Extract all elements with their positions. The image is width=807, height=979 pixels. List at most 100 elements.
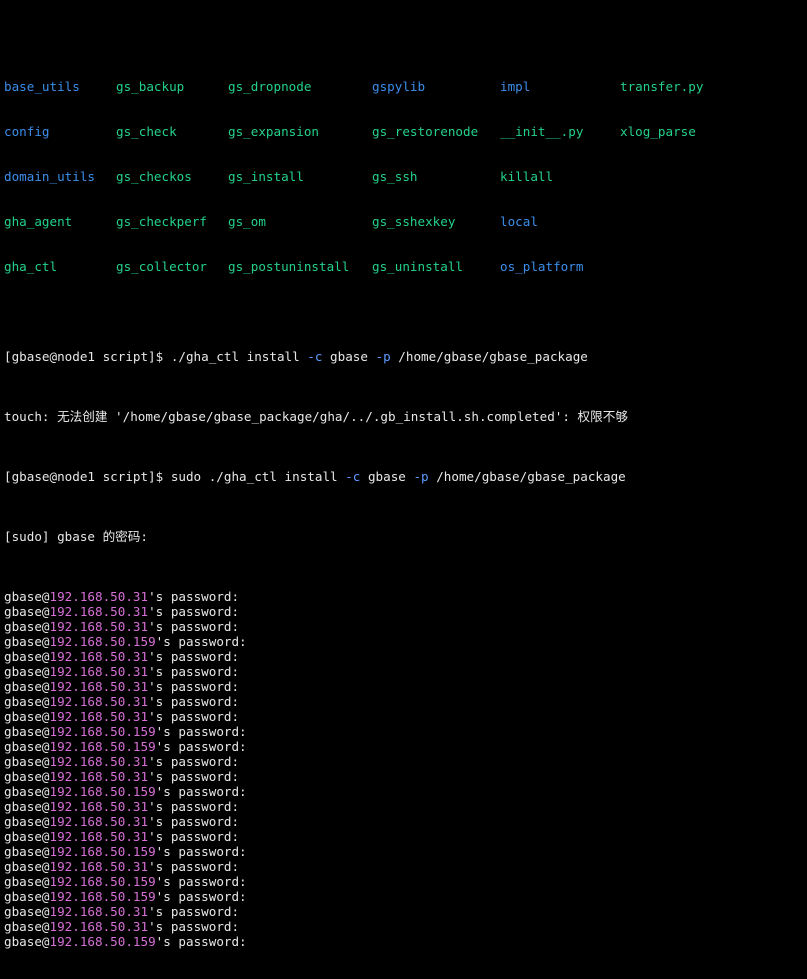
password-prompt-line: gbase@192.168.50.31's password: bbox=[4, 769, 804, 784]
ls-entry: gs_check bbox=[116, 124, 177, 139]
password-prompts: gbase@192.168.50.31's password: gbase@192… bbox=[4, 589, 804, 949]
password-label: 's password: bbox=[148, 829, 240, 844]
host-ip: 192.168.50.31 bbox=[49, 859, 149, 874]
password-prompt-line: gbase@192.168.50.31's password: bbox=[4, 679, 804, 694]
password-prompt-line: gbase@192.168.50.31's password: bbox=[4, 829, 804, 844]
ssh-user: gbase@ bbox=[4, 664, 50, 679]
host-ip: 192.168.50.31 bbox=[49, 604, 149, 619]
ssh-user: gbase@ bbox=[4, 739, 50, 754]
ls-entry: gs_postuninstall bbox=[228, 259, 350, 274]
password-prompt-line: gbase@192.168.50.31's password: bbox=[4, 664, 804, 679]
password-label: 's password: bbox=[155, 874, 247, 889]
ssh-user: gbase@ bbox=[4, 604, 50, 619]
ls-entry: gspylib bbox=[372, 79, 426, 94]
terminal-window[interactable]: base_utils gs_backup gs_dropnode gspylib… bbox=[4, 4, 804, 949]
password-label: 's password: bbox=[148, 799, 240, 814]
host-ip: 192.168.50.159 bbox=[49, 634, 156, 649]
password-prompt-line: gbase@192.168.50.31's password: bbox=[4, 589, 804, 604]
password-prompt-line: gbase@192.168.50.31's password: bbox=[4, 709, 804, 724]
host-ip: 192.168.50.31 bbox=[49, 799, 149, 814]
ssh-user: gbase@ bbox=[4, 769, 50, 784]
ls-entry: base_utils bbox=[4, 79, 80, 94]
ls-row: domain_utils gs_checkos gs_install gs_ss… bbox=[4, 169, 804, 184]
ssh-user: gbase@ bbox=[4, 919, 50, 934]
ssh-user: gbase@ bbox=[4, 934, 50, 949]
ls-entry: killall bbox=[500, 169, 554, 184]
ls-entry: gs_expansion bbox=[228, 124, 319, 139]
host-ip: 192.168.50.31 bbox=[49, 589, 149, 604]
host-ip: 192.168.50.31 bbox=[49, 814, 149, 829]
host-ip: 192.168.50.31 bbox=[49, 919, 149, 934]
ls-entry: transfer.py bbox=[620, 79, 704, 94]
ls-entry: gha_agent bbox=[4, 214, 73, 229]
ls-entry: gs_ssh bbox=[372, 169, 418, 184]
ls-entry: domain_utils bbox=[4, 169, 95, 184]
ssh-user: gbase@ bbox=[4, 709, 50, 724]
password-label: 's password: bbox=[148, 814, 240, 829]
command-text: gbase bbox=[322, 349, 376, 364]
ssh-user: gbase@ bbox=[4, 784, 50, 799]
password-prompt-line: gbase@192.168.50.31's password: bbox=[4, 649, 804, 664]
ssh-user: gbase@ bbox=[4, 754, 50, 769]
host-ip: 192.168.50.31 bbox=[49, 829, 149, 844]
host-ip: 192.168.50.31 bbox=[49, 679, 149, 694]
ssh-user: gbase@ bbox=[4, 889, 50, 904]
host-ip: 192.168.50.159 bbox=[49, 739, 156, 754]
password-prompt-line: gbase@192.168.50.31's password: bbox=[4, 859, 804, 874]
command-line-1: [gbase@node1 script]$ ./gha_ctl install … bbox=[4, 349, 804, 364]
password-prompt-line: gbase@192.168.50.159's password: bbox=[4, 889, 804, 904]
password-prompt-line: gbase@192.168.50.159's password: bbox=[4, 634, 804, 649]
command-text: gbase bbox=[360, 469, 414, 484]
password-prompt-line: gbase@192.168.50.31's password: bbox=[4, 694, 804, 709]
password-label: 's password: bbox=[148, 769, 240, 784]
host-ip: 192.168.50.31 bbox=[49, 709, 149, 724]
ls-entry: __init__.py bbox=[500, 124, 584, 139]
ssh-user: gbase@ bbox=[4, 634, 50, 649]
password-label: 's password: bbox=[148, 619, 240, 634]
command-text: /home/gbase/gbase_package bbox=[428, 469, 626, 484]
ls-entry: gs_install bbox=[228, 169, 304, 184]
host-ip: 192.168.50.31 bbox=[49, 904, 149, 919]
command-text: sudo ./gha_ctl install bbox=[170, 469, 346, 484]
ls-entry: gs_dropnode bbox=[228, 79, 312, 94]
password-prompt-line: gbase@192.168.50.31's password: bbox=[4, 799, 804, 814]
host-ip: 192.168.50.31 bbox=[49, 754, 149, 769]
password-prompt-line: gbase@192.168.50.31's password: bbox=[4, 919, 804, 934]
host-ip: 192.168.50.31 bbox=[49, 694, 149, 709]
password-label: 's password: bbox=[155, 634, 247, 649]
password-label: 's password: bbox=[155, 724, 247, 739]
ls-row: base_utils gs_backup gs_dropnode gspylib… bbox=[4, 79, 804, 94]
password-label: 's password: bbox=[148, 919, 240, 934]
password-label: 's password: bbox=[155, 934, 247, 949]
error-message: touch: 无法创建 '/home/gbase/gbase_package/g… bbox=[4, 409, 628, 424]
ssh-user: gbase@ bbox=[4, 814, 50, 829]
command-flag: -p bbox=[413, 469, 429, 484]
ssh-user: gbase@ bbox=[4, 724, 50, 739]
password-prompt-line: gbase@192.168.50.31's password: bbox=[4, 754, 804, 769]
host-ip: 192.168.50.159 bbox=[49, 934, 156, 949]
command-flag: -c bbox=[307, 349, 323, 364]
password-prompt-line: gbase@192.168.50.159's password: bbox=[4, 784, 804, 799]
command-flag: -c bbox=[345, 469, 361, 484]
ls-entry: xlog_parse bbox=[620, 124, 696, 139]
password-label: 's password: bbox=[148, 709, 240, 724]
password-label: 's password: bbox=[155, 739, 247, 754]
password-prompt-line: gbase@192.168.50.159's password: bbox=[4, 934, 804, 949]
ls-entry: local bbox=[500, 214, 538, 229]
ls-row: gha_agent gs_checkperf gs_om gs_sshexkey… bbox=[4, 214, 804, 229]
password-label: 's password: bbox=[155, 844, 247, 859]
ls-output: base_utils gs_backup gs_dropnode gspylib… bbox=[4, 49, 804, 304]
ls-entry: impl bbox=[500, 79, 531, 94]
password-prompt-line: gbase@192.168.50.159's password: bbox=[4, 874, 804, 889]
password-label: 's password: bbox=[148, 604, 240, 619]
password-prompt-line: gbase@192.168.50.31's password: bbox=[4, 904, 804, 919]
ssh-user: gbase@ bbox=[4, 679, 50, 694]
password-prompt-line: gbase@192.168.50.31's password: bbox=[4, 814, 804, 829]
password-prompt-line: gbase@192.168.50.31's password: bbox=[4, 619, 804, 634]
ls-entry: gs_om bbox=[228, 214, 266, 229]
ssh-user: gbase@ bbox=[4, 619, 50, 634]
host-ip: 192.168.50.159 bbox=[49, 874, 156, 889]
password-label: 's password: bbox=[155, 784, 247, 799]
host-ip: 192.168.50.31 bbox=[49, 664, 149, 679]
command-line-2: [gbase@node1 script]$ sudo ./gha_ctl ins… bbox=[4, 469, 804, 484]
